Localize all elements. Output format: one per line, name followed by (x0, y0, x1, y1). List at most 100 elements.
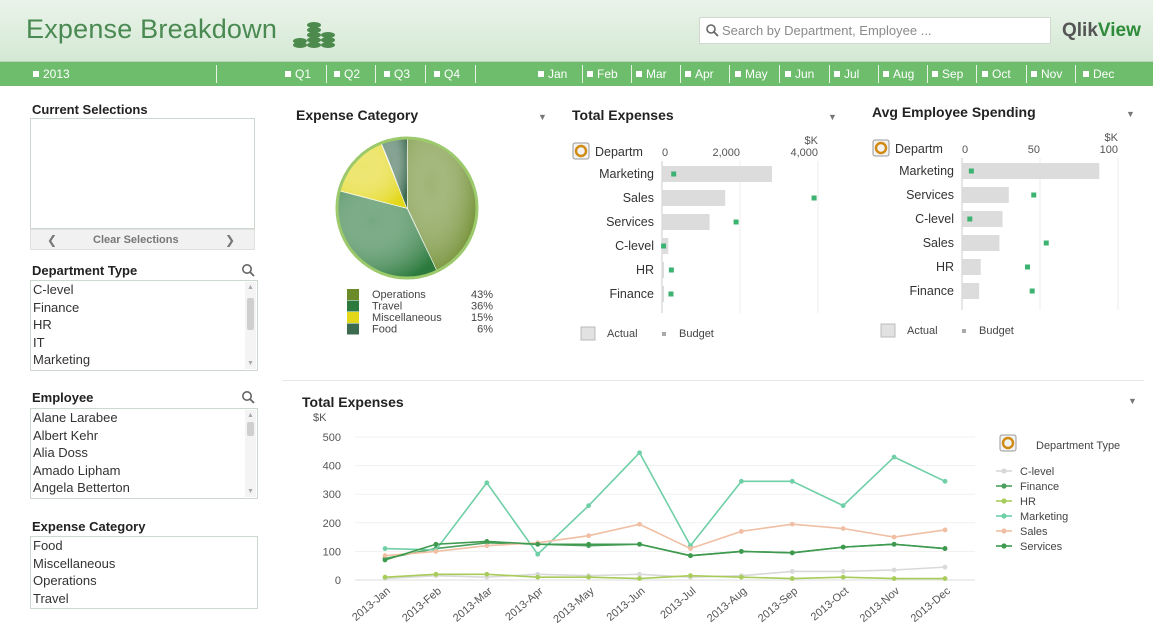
data-point (484, 571, 490, 577)
x-tick-label: 2013-Dec (909, 585, 954, 625)
budget-marker (668, 291, 674, 297)
budget-marker (671, 171, 677, 177)
category-label: Sales (923, 236, 954, 250)
data-point (382, 553, 388, 559)
y-tick-label: 100 (323, 546, 341, 558)
category-label: HR (936, 260, 954, 274)
bar-actual (962, 187, 1009, 203)
legend-value: 6% (477, 324, 493, 336)
legend-label: Operations (372, 289, 426, 301)
data-point (688, 553, 693, 559)
budget-marker (1025, 264, 1031, 270)
data-point (840, 544, 846, 550)
data-point (433, 541, 439, 547)
data-point (688, 546, 693, 551)
legend-label: Budget (979, 325, 1014, 337)
data-point (637, 576, 642, 581)
budget-marker (967, 216, 973, 222)
data-point (484, 480, 490, 486)
legend-marker (1001, 543, 1007, 549)
y-tick-label: 500 (323, 432, 341, 444)
data-point (840, 569, 846, 574)
legend-marker (1001, 513, 1007, 519)
data-point (942, 564, 948, 570)
data-point (382, 546, 388, 551)
budget-marker (668, 267, 674, 273)
data-point (586, 503, 592, 509)
legend-swatch (347, 323, 359, 335)
data-point (738, 549, 744, 554)
data-point (891, 576, 897, 581)
legend-label: Miscellaneous (372, 312, 442, 324)
data-point (789, 576, 795, 581)
y-tick-label: 400 (323, 461, 341, 473)
category-label: Sales (623, 191, 654, 205)
budget-marker (1043, 240, 1049, 246)
data-point (382, 557, 388, 563)
data-point (586, 541, 592, 547)
data-point (942, 478, 948, 484)
legend-label: Actual (607, 328, 638, 340)
legend-label: Finance (1020, 481, 1059, 493)
category-label: C-level (615, 239, 654, 253)
data-point (738, 528, 744, 534)
category-label: HR (636, 263, 654, 277)
bar-actual (662, 286, 664, 302)
bar-actual (662, 190, 726, 206)
lasso-tool-icon (872, 139, 890, 157)
budget-marker (968, 168, 974, 174)
data-point (484, 543, 490, 549)
data-point (789, 550, 795, 556)
legend-label: Sales (1020, 526, 1048, 538)
dimension-label: Departm (895, 142, 943, 156)
data-point (433, 549, 439, 554)
unit-label: $K (805, 135, 819, 147)
category-label: Services (606, 215, 654, 229)
bar-actual (662, 214, 710, 230)
data-point (891, 541, 897, 547)
tick-label: 2,000 (712, 147, 740, 159)
data-point (789, 478, 795, 484)
data-point (535, 574, 541, 580)
data-point (942, 527, 948, 533)
category-label: C-level (915, 212, 954, 226)
charts-layer: Operations 43% Travel 36% Miscellaneous 15% Fo… (313, 132, 1120, 626)
data-point (484, 538, 490, 544)
legend-swatch (347, 312, 359, 323)
category-label: Finance (610, 287, 655, 301)
series-line-marketing (384, 451, 946, 556)
pie-chart (335, 136, 479, 280)
tick-label: 4,000 (790, 147, 818, 159)
budget-marker (661, 243, 667, 249)
legend-swatch (347, 289, 359, 300)
legend-swatch (880, 323, 896, 338)
x-tick-label: 2013-Jul (658, 585, 698, 621)
legend-value: 15% (471, 312, 493, 324)
data-point (942, 546, 948, 551)
budget-marker (1031, 192, 1037, 198)
budget-marker (1029, 288, 1035, 294)
x-tick-label: 2013-Jun (605, 585, 648, 624)
y-tick-label: 0 (335, 575, 341, 587)
legend-swatch (580, 326, 596, 341)
data-point (535, 541, 541, 547)
tick-label: 100 (1100, 144, 1118, 156)
x-tick-label: 2013-Nov (858, 585, 903, 625)
x-tick-label: 2013-Mar (451, 585, 495, 625)
data-point (637, 450, 642, 456)
legend-marker (1001, 498, 1007, 504)
legend-label: Budget (679, 328, 714, 340)
data-point (942, 576, 948, 581)
legend-swatch (347, 300, 359, 312)
bar-actual (962, 259, 981, 275)
data-point (891, 534, 897, 540)
legend-label: Actual (907, 325, 938, 337)
data-point (738, 574, 744, 580)
y-unit-label: $K (313, 412, 327, 424)
x-tick-label: 2013-May (551, 585, 597, 626)
tick-label: 0 (962, 144, 968, 156)
bar-actual (962, 235, 1000, 251)
x-tick-label: 2013-Apr (503, 585, 546, 623)
y-tick-label: 200 (323, 518, 341, 530)
legend-label: Food (372, 324, 397, 336)
